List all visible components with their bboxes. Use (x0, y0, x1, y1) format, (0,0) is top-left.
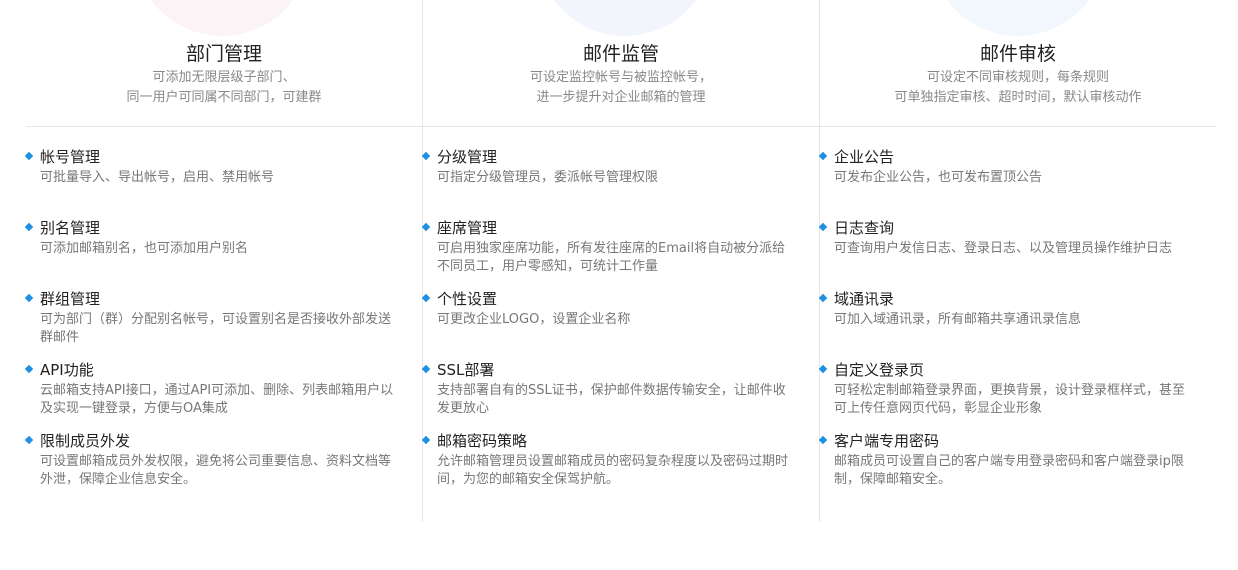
feature-description: 邮箱成员可设置自己的客户端专用登录密码和客户端登录ip限制，保障邮箱安全。 (834, 454, 1184, 487)
feature-item: 邮箱密码策略 允许邮箱管理员设置邮箱成员的密码复杂程度以及密码过期时间，为您的邮… (421, 430, 795, 489)
feature-item: 群组管理 可为部门（群）分配别名帐号，可设置别名是否接收外部发送群邮件 (24, 288, 398, 347)
feature-description: 可启用独家座席功能，所有发往座席的Email将自动被分派给不同员工，用户零感知，… (437, 241, 786, 274)
decorative-circle (930, 0, 1106, 36)
column-title: 部门管理 (185, 43, 262, 65)
feature-description: 可为部门（群）分配别名帐号，可设置别名是否接收外部发送群邮件 (40, 312, 392, 345)
feature-name: 客户端专用密码 (834, 432, 940, 450)
feature-description: 可批量导入、导出帐号，启用、禁用帐号 (40, 170, 275, 185)
feature-name: 企业公告 (834, 148, 895, 166)
feature-item: 域通讯录 可加入域通讯录，所有邮箱共享通讯录信息 (818, 288, 1192, 329)
feature-description: 云邮箱支持API接口，通过API可添加、删除、列表邮箱用户以及实现一键登录，方便… (40, 383, 394, 416)
diamond-bullet-icon (24, 151, 34, 161)
feature-column-department: 部门管理 可添加无限层级子部门、 同一用户可同属不同部门，可建群 帐号管理 可批… (24, 0, 422, 522)
feature-item: 限制成员外发 可设置邮箱成员外发权限，避免将公司重要信息、资料文档等外泄，保障企… (24, 430, 398, 489)
feature-name: 个性设置 (437, 290, 498, 308)
column-subtitle-line: 可添加无限层级子部门、 (152, 70, 296, 85)
feature-description: 可设置邮箱成员外发权限，避免将公司重要信息、资料文档等外泄，保障企业信息安全。 (40, 454, 392, 487)
feature-item: 个性设置 可更改企业LOGO，设置企业名称 (421, 288, 795, 329)
feature-column-review: 邮件审核 可设定不同审核规则，每条规则 可单独指定审核、超时时间，默认审核动作 … (818, 0, 1216, 522)
feature-name: 座席管理 (437, 219, 498, 237)
feature-description: 可指定分级管理员，委派帐号管理权限 (437, 170, 659, 185)
feature-item: API功能 云邮箱支持API接口，通过API可添加、删除、列表邮箱用户以及实现一… (24, 359, 398, 418)
features-section: 部门管理 可添加无限层级子部门、 同一用户可同属不同部门，可建群 帐号管理 可批… (24, 0, 1216, 522)
feature-item: 分级管理 可指定分级管理员，委派帐号管理权限 (421, 146, 795, 187)
feature-description: 支持部署自有的SSL证书，保护邮件数据传输安全，让邮件收发更放心 (437, 383, 786, 416)
column-subtitle-line: 同一用户可同属不同部门，可建群 (126, 90, 322, 105)
feature-name: 限制成员外发 (40, 432, 131, 450)
diamond-bullet-icon (24, 364, 34, 374)
feature-name: API功能 (40, 361, 94, 379)
column-header: 邮件监管 可设定监控帐号与被监控帐号， 进一步提升对企业邮箱的管理 (423, 40, 819, 108)
feature-item: SSL部署 支持部署自有的SSL证书，保护邮件数据传输安全，让邮件收发更放心 (421, 359, 795, 418)
feature-description: 可更改企业LOGO，设置企业名称 (437, 312, 631, 327)
feature-item: 自定义登录页 可轻松定制邮箱登录界面，更换背景，设计登录框样式，甚至可上传任意网… (818, 359, 1192, 418)
feature-name: 邮箱密码策略 (437, 432, 528, 450)
diamond-bullet-icon (818, 151, 828, 161)
diamond-bullet-icon (818, 435, 828, 445)
diamond-bullet-icon (24, 293, 34, 303)
feature-name: 群组管理 (40, 290, 101, 308)
feature-description: 可加入域通讯录，所有邮箱共享通讯录信息 (834, 312, 1082, 327)
feature-description: 可添加邮箱别名，也可添加用户别名 (40, 241, 249, 256)
feature-item: 帐号管理 可批量导入、导出帐号，启用、禁用帐号 (24, 146, 398, 187)
feature-name: 别名管理 (40, 219, 101, 237)
feature-description: 可查询用户发信日志、登录日志、以及管理员操作维护日志 (834, 241, 1173, 256)
column-header: 邮件审核 可设定不同审核规则，每条规则 可单独指定审核、超时时间，默认审核动作 (820, 40, 1216, 108)
feature-description: 可轻松定制邮箱登录界面，更换背景，设计登录框样式，甚至可上传任意网页代码，彰显企… (834, 383, 1186, 416)
column-subtitle-line: 进一步提升对企业邮箱的管理 (536, 90, 706, 105)
feature-item: 日志查询 可查询用户发信日志、登录日志、以及管理员操作维护日志 (818, 217, 1192, 258)
feature-name: 分级管理 (437, 148, 498, 166)
diamond-bullet-icon (421, 293, 431, 303)
feature-item: 客户端专用密码 邮箱成员可设置自己的客户端专用登录密码和客户端登录ip限制，保障… (818, 430, 1192, 489)
feature-name: 日志查询 (834, 219, 895, 237)
diamond-bullet-icon (24, 435, 34, 445)
feature-item: 座席管理 可启用独家座席功能，所有发往座席的Email将自动被分派给不同员工，用… (421, 217, 795, 276)
feature-name: 帐号管理 (40, 148, 101, 166)
column-subtitle-line: 可单独指定审核、超时时间，默认审核动作 (894, 90, 1142, 105)
feature-name: SSL部署 (437, 361, 495, 379)
feature-column-monitoring: 邮件监管 可设定监控帐号与被监控帐号， 进一步提升对企业邮箱的管理 分级管理 可… (421, 0, 819, 522)
column-header: 部门管理 可添加无限层级子部门、 同一用户可同属不同部门，可建群 (26, 40, 422, 108)
column-title: 邮件监管 (582, 43, 659, 65)
diamond-bullet-icon (818, 293, 828, 303)
column-subtitle-line: 可设定监控帐号与被监控帐号， (529, 70, 712, 85)
decorative-circle (134, 0, 310, 36)
feature-item: 企业公告 可发布企业公告，也可发布置顶公告 (818, 146, 1192, 187)
diamond-bullet-icon (818, 222, 828, 232)
feature-name: 域通讯录 (834, 290, 895, 308)
feature-description: 允许邮箱管理员设置邮箱成员的密码复杂程度以及密码过期时间，为您的邮箱安全保驾护航… (437, 454, 789, 487)
decorative-circle (537, 0, 713, 36)
feature-description: 可发布企业公告，也可发布置顶公告 (834, 170, 1043, 185)
diamond-bullet-icon (421, 222, 431, 232)
diamond-bullet-icon (24, 222, 34, 232)
feature-name: 自定义登录页 (834, 361, 925, 379)
diamond-bullet-icon (421, 151, 431, 161)
diamond-bullet-icon (421, 435, 431, 445)
column-title: 邮件审核 (979, 43, 1056, 65)
feature-item: 别名管理 可添加邮箱别名，也可添加用户别名 (24, 217, 398, 258)
diamond-bullet-icon (818, 364, 828, 374)
diamond-bullet-icon (421, 364, 431, 374)
column-subtitle-line: 可设定不同审核规则，每条规则 (926, 70, 1109, 85)
